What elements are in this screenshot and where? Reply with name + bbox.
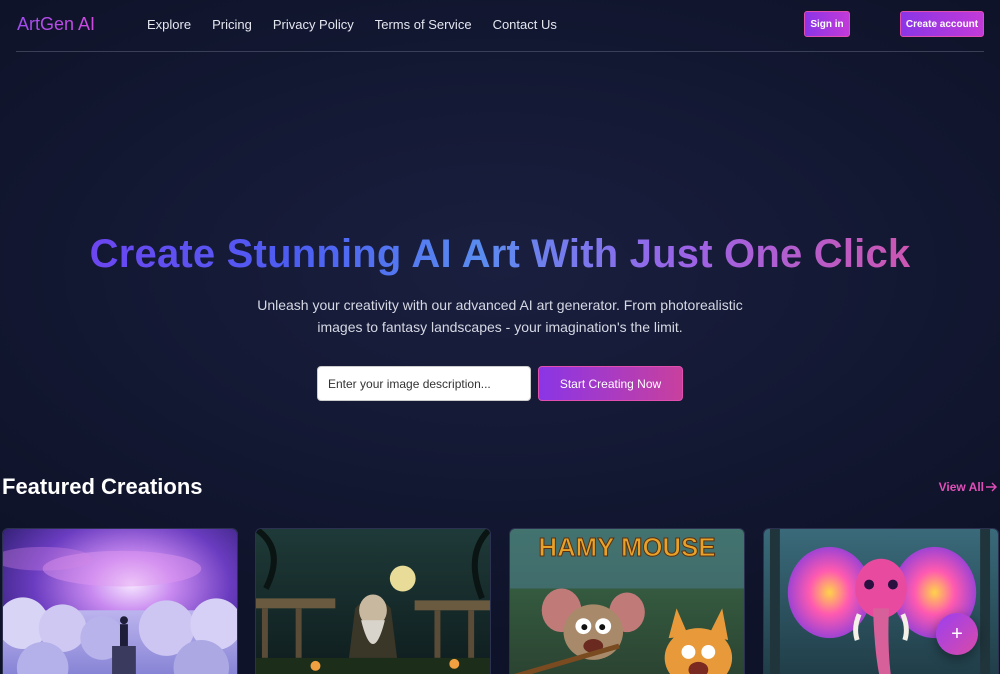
- featured-card-cosmic-clouds[interactable]: [2, 528, 238, 674]
- nav-link-pricing[interactable]: Pricing: [212, 17, 252, 32]
- nav-link-explore[interactable]: Explore: [147, 17, 191, 32]
- view-all-link[interactable]: View All: [939, 480, 998, 494]
- view-all-label: View All: [938, 480, 984, 494]
- image-description-input[interactable]: [317, 366, 531, 401]
- floating-add-button[interactable]: +: [936, 613, 978, 655]
- cosmic-clouds-artwork: [3, 529, 237, 674]
- hamy-mouse-cartoon-artwork: HAMY MOUSE: [510, 529, 744, 674]
- featured-section-title: Featured Creations: [2, 474, 203, 499]
- nav-link-contact-us[interactable]: Contact Us: [493, 17, 557, 32]
- start-creating-button[interactable]: Start Creating Now: [538, 366, 683, 401]
- hero-subtitle: Unleash your creativity with our advance…: [257, 297, 743, 335]
- hero-title: Create Stunning AI Art With Just One Cli…: [0, 232, 1000, 277]
- brand-logo[interactable]: ArtGen AI: [17, 14, 95, 35]
- arrow-right-icon: [986, 482, 997, 492]
- svg-text:HAMY MOUSE: HAMY MOUSE: [538, 534, 715, 562]
- featured-card-hamy-mouse[interactable]: HAMY MOUSE: [509, 528, 745, 674]
- featured-card-wizard[interactable]: [255, 528, 491, 674]
- sign-in-button[interactable]: Sign in: [804, 11, 850, 37]
- nav-link-terms-of-service[interactable]: Terms of Service: [375, 17, 472, 32]
- plus-icon: +: [951, 622, 963, 645]
- top-navbar: ArtGen AI Explore Pricing Privacy Policy…: [16, 0, 984, 52]
- nav-link-privacy-policy[interactable]: Privacy Policy: [273, 17, 354, 32]
- nav-links: Explore Pricing Privacy Policy Terms of …: [147, 17, 578, 32]
- create-account-button[interactable]: Create account: [900, 11, 984, 37]
- wizard-moonlit-garden-artwork: [256, 529, 490, 674]
